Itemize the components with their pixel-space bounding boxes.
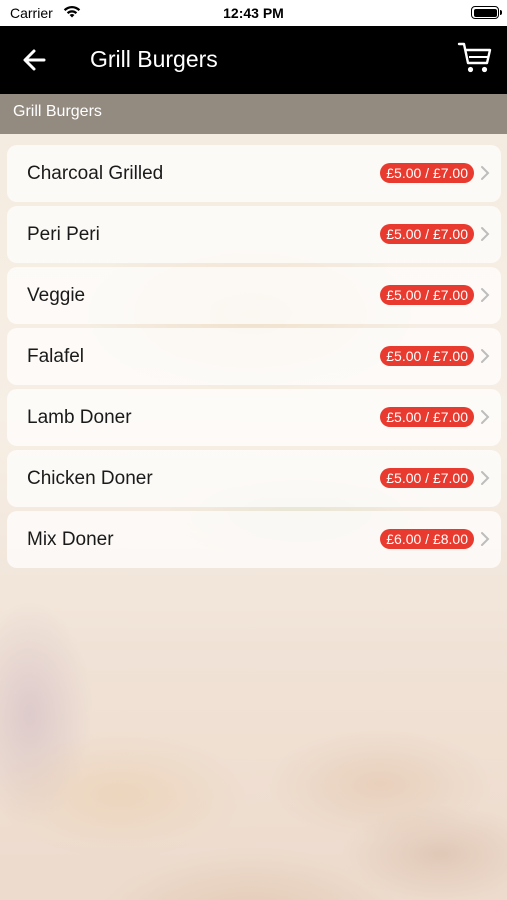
chevron-right-icon [481, 166, 490, 180]
price-badge: £5.00 / £7.00 [380, 346, 474, 366]
menu-list: Charcoal Grilled £5.00 / £7.00 Peri Peri… [7, 145, 501, 572]
status-bar: Carrier 12:43 PM [0, 0, 507, 26]
menu-item-veggie[interactable]: Veggie £5.00 / £7.00 [7, 267, 501, 324]
clock: 12:43 PM [223, 5, 284, 21]
price-badge: £5.00 / £7.00 [380, 468, 474, 488]
menu-item-peri-peri[interactable]: Peri Peri £5.00 / £7.00 [7, 206, 501, 263]
chevron-right-icon [481, 532, 490, 546]
price-badge: £5.00 / £7.00 [380, 285, 474, 305]
item-name: Peri Peri [27, 224, 100, 245]
navigation-bar: Grill Burgers [0, 26, 507, 94]
price-badge: £5.00 / £7.00 [380, 407, 474, 427]
item-name: Chicken Doner [27, 468, 153, 489]
item-name: Lamb Doner [27, 407, 132, 428]
battery-icon [471, 6, 502, 19]
item-name: Falafel [27, 346, 85, 367]
price-badge: £5.00 / £7.00 [380, 163, 474, 183]
cart-icon[interactable] [457, 41, 493, 75]
price-badge: £6.00 / £8.00 [380, 529, 474, 549]
back-arrow-icon[interactable] [20, 46, 50, 74]
chevron-right-icon [481, 410, 490, 424]
menu-item-mix-doner[interactable]: Mix Doner £6.00 / £8.00 [7, 511, 501, 568]
chevron-right-icon [481, 471, 490, 485]
chevron-right-icon [481, 227, 490, 241]
item-name: Veggie [27, 285, 86, 306]
menu-item-charcoal-grilled[interactable]: Charcoal Grilled £5.00 / £7.00 [7, 145, 501, 202]
item-name: Charcoal Grilled [27, 163, 164, 184]
item-name: Mix Doner [27, 529, 114, 550]
page-title: Grill Burgers [90, 46, 218, 72]
chevron-right-icon [481, 288, 490, 302]
menu-item-chicken-doner[interactable]: Chicken Doner £5.00 / £7.00 [7, 450, 501, 507]
section-header: Grill Burgers [0, 94, 507, 134]
menu-item-falafel[interactable]: Falafel £5.00 / £7.00 [7, 328, 501, 385]
chevron-right-icon [481, 349, 490, 363]
price-badge: £5.00 / £7.00 [380, 224, 474, 244]
menu-item-lamb-doner[interactable]: Lamb Doner £5.00 / £7.00 [7, 389, 501, 446]
